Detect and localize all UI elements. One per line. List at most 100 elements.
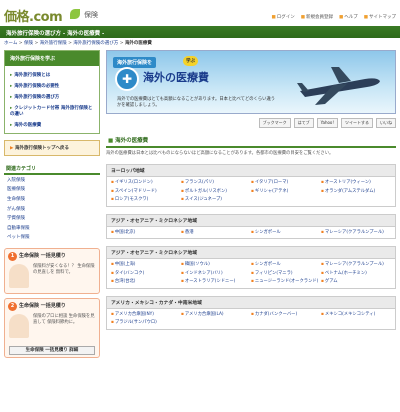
city-link[interactable]: イギリス(ロンドン) xyxy=(111,179,181,187)
city-link[interactable]: フランス(パリ) xyxy=(181,179,251,187)
city-link[interactable]: タイ(バンコク) xyxy=(111,270,181,278)
category-link[interactable]: 医療保険 xyxy=(4,185,100,195)
promo-card[interactable]: 1 生命保険 一括見積り 保険料が安くなる！？ 生命保険の見直しを 無料で。 xyxy=(4,248,100,295)
header-links: ログイン 新規会員登録 ヘルプ サイトマップ xyxy=(271,14,396,20)
city-link[interactable]: 韓国(ソウル) xyxy=(181,261,251,269)
sidebar-nav: 海外旅行保険を学ぶ 海外旅行保険とは 海外旅行保険の必要性 海外旅行保険の選び方… xyxy=(4,50,100,134)
tweet-button[interactable]: ツイートする xyxy=(341,118,373,128)
region-heading: ヨーロッパ地域 xyxy=(107,165,395,177)
hero-tag-learn: 学ぶ xyxy=(183,56,198,66)
city-link[interactable]: メキシコ(メキシコシティ) xyxy=(321,311,391,319)
help-link[interactable]: ヘルプ xyxy=(339,14,358,20)
sidebar-item[interactable]: クレジットカード付帯 海外旅行保険との違い xyxy=(10,102,94,119)
hatebu-button[interactable]: はてブ xyxy=(293,118,314,128)
region-block: アジア・オセアニア・ミクロネシア地域中国(北京)香港シンガポールマレーシア(クア… xyxy=(106,213,396,239)
city-link[interactable]: マレーシア(クアラルンプール) xyxy=(321,261,391,269)
city-link[interactable]: グアム xyxy=(321,278,391,286)
section-intro: 海外の医療費は日本とは比べものにならないほど高額になることがあります。各都市の医… xyxy=(106,151,334,156)
city-link[interactable]: オーストラリア(シドニー) xyxy=(181,278,251,286)
sidebar-item[interactable]: 海外旅行保険とは xyxy=(10,69,94,80)
sidebar-item[interactable]: 海外旅行保険の必要性 xyxy=(10,80,94,91)
breadcrumb-item[interactable]: 保険 xyxy=(24,41,33,46)
promo-card[interactable]: 2 生命保険 一括見積り 保険のプロに相談 生命保険を見直して 保険料節約に。 生… xyxy=(4,298,100,359)
medical-cross-icon xyxy=(115,67,139,91)
sidebar-item[interactable]: 海外の医療費 xyxy=(10,119,94,130)
person-illustration xyxy=(9,314,29,339)
breadcrumb-item[interactable]: 海外旅行保険の選び方 xyxy=(73,41,118,46)
hero-text: 海外での医療費はとても高額になることがあります。日本と比べてどのくらい違うかを確… xyxy=(117,97,276,108)
category-link[interactable]: 自動車保険 xyxy=(4,223,100,233)
leaf-icon xyxy=(70,9,80,19)
category-link[interactable]: がん保険 xyxy=(4,204,100,214)
region-block: ヨーロッパ地域イギリス(ロンドン)フランス(パリ)イタリア(ローマ)オーストリア… xyxy=(106,164,396,207)
city-link[interactable]: ニュージーランド(オークランド) xyxy=(251,278,321,286)
city-link[interactable]: ギリシャ(アテネ) xyxy=(251,188,321,196)
site-header: 価格.com 保険 ログイン 新規会員登録 ヘルプ サイトマップ xyxy=(0,0,400,26)
hero-tag: 海外旅行保険を xyxy=(113,57,157,68)
breadcrumb-current: 海外の医療費 xyxy=(124,41,152,46)
city-link[interactable]: スペイン(マドリード) xyxy=(111,188,181,196)
city-link[interactable]: ロシア(モスクワ) xyxy=(111,196,181,204)
back-to-top-button[interactable]: 海外旅行保険トップへ戻る xyxy=(4,140,100,156)
hero-banner: 海外旅行保険を 学ぶ 海外の医療費 海外での医療費はとても高額になることがありま… xyxy=(106,50,396,114)
city-link[interactable]: アメリカ合衆国(LA) xyxy=(181,311,251,319)
sidebar-item[interactable]: 海外旅行保険の選び方 xyxy=(10,91,94,102)
city-link[interactable]: 香港 xyxy=(181,229,251,237)
promo-number: 2 xyxy=(8,302,17,312)
city-link[interactable]: フィリピン(マニラ) xyxy=(251,270,321,278)
like-button[interactable]: いいね xyxy=(376,118,396,128)
city-link[interactable]: 中国(北京) xyxy=(111,229,181,237)
share-bar: ブックマーク はてブ Yahoo! ツイートする いいね xyxy=(106,118,396,128)
city-link[interactable]: イタリア(ローマ) xyxy=(251,179,321,187)
sidebar-heading: 海外旅行保険を学ぶ xyxy=(5,51,99,66)
promo-detail-button[interactable]: 生命保険 一括見積り 詳細 xyxy=(9,346,95,356)
sidebar: 海外旅行保険を学ぶ 海外旅行保険とは 海外旅行保険の必要性 海外旅行保険の選び方… xyxy=(4,50,100,359)
register-link[interactable]: 新規会員登録 xyxy=(301,14,333,20)
promo-heading: 生命保険 一括見積り xyxy=(19,303,66,310)
promo-heading: 生命保険 一括見積り xyxy=(19,253,66,260)
login-link[interactable]: ログイン xyxy=(271,14,295,20)
city-link[interactable]: アメリカ合衆国(NY) xyxy=(111,311,181,319)
category-link[interactable]: 入院保険 xyxy=(4,175,100,185)
breadcrumb-item[interactable]: 海外旅行保険 xyxy=(40,41,67,46)
promo-text: 保険のプロに相談 生命保険を見直して 保険料節約に。 xyxy=(33,314,95,326)
category-link[interactable]: ペット保険 xyxy=(4,233,100,243)
breadcrumb-item[interactable]: ホーム xyxy=(4,41,17,46)
promo-number: 1 xyxy=(8,252,17,262)
section-title: 海外の医療費 xyxy=(106,134,396,148)
city-link[interactable]: インドネシア(バリ) xyxy=(181,270,251,278)
region-heading: アジア・オセアニア・ミクロネシア地域 xyxy=(107,247,395,259)
promo-text: 保険料が安くなる！？ 生命保険の見直しを 無料で。 xyxy=(33,264,95,276)
yahoo-bookmark-button[interactable]: Yahoo! xyxy=(316,118,338,128)
related-categories: 関連カテゴリ 入院保険 医療保険 生命保険 がん保険 学資保険 自動車保険 ペッ… xyxy=(4,164,100,242)
hero-title: 海外の医療費 xyxy=(143,71,209,84)
breadcrumb: ホーム > 保険 > 海外旅行保険 > 海外旅行保険の選び方 > 海外の医療費 xyxy=(4,41,152,46)
site-logo[interactable]: 価格.com xyxy=(4,6,63,25)
city-link[interactable]: ブラジル(サンパウロ) xyxy=(111,319,181,327)
region-block: アメリカ・メキシコ・カナダ・中南米地域アメリカ合衆国(NY)アメリカ合衆国(LA… xyxy=(106,295,396,330)
airplane-icon xyxy=(297,67,380,105)
page-title-bar: 海外旅行保険の選び方 - 海外の医療費 - xyxy=(0,26,400,38)
category-heading: 関連カテゴリ xyxy=(4,164,100,175)
city-link[interactable]: 台湾(台北) xyxy=(111,278,181,286)
city-link[interactable]: オランダ(アムステルダム) xyxy=(321,188,391,196)
city-link[interactable]: ポルトガル(リスボン) xyxy=(181,188,251,196)
main-content: 海外旅行保険を 学ぶ 海外の医療費 海外での医療費はとても高額になることがありま… xyxy=(106,50,396,330)
section-label: 保険 xyxy=(84,11,98,19)
city-link[interactable]: スイス(ジュネーブ) xyxy=(181,196,251,204)
category-link[interactable]: 生命保険 xyxy=(4,194,100,204)
city-link[interactable]: オーストリア(ウィーン) xyxy=(321,179,391,187)
city-link[interactable]: マレーシア(クアラルンプール) xyxy=(321,229,391,237)
city-link[interactable]: 中国(上海) xyxy=(111,261,181,269)
city-link[interactable]: ベトナム(ホーチミン) xyxy=(321,270,391,278)
bookmark-button[interactable]: ブックマーク xyxy=(258,118,291,128)
sitemap-link[interactable]: サイトマップ xyxy=(364,14,396,20)
city-link[interactable]: シンガポール xyxy=(251,261,321,269)
region-heading: アメリカ・メキシコ・カナダ・中南米地域 xyxy=(107,296,395,309)
category-link[interactable]: 学資保険 xyxy=(4,213,100,223)
region-block: アジア・オセアニア・ミクロネシア地域中国(上海)韓国(ソウル)シンガポールマレー… xyxy=(106,246,396,289)
city-link[interactable]: カナダ(バンクーバー) xyxy=(251,311,321,319)
region-heading: アジア・オセアニア・ミクロネシア地域 xyxy=(107,214,395,227)
person-illustration xyxy=(9,264,29,289)
city-link[interactable]: シンガポール xyxy=(251,229,321,237)
